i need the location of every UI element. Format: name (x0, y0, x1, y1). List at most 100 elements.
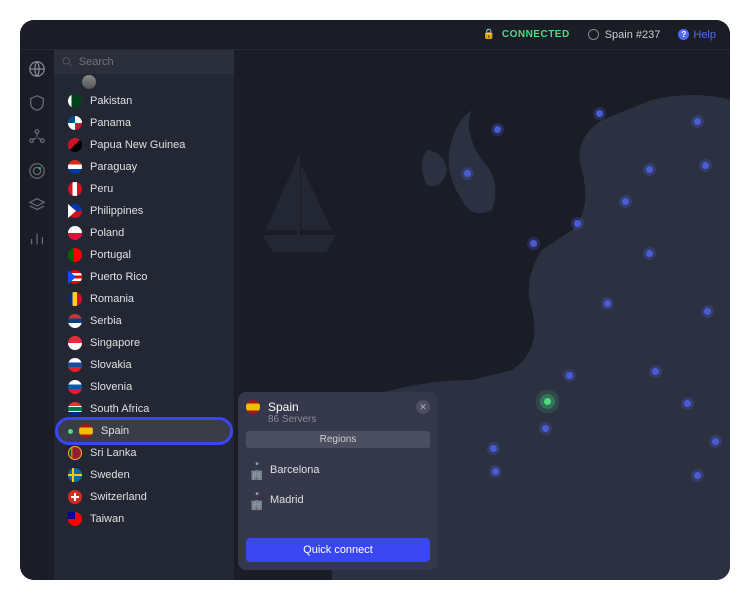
country-item-slovakia[interactable]: Slovakia (54, 354, 234, 376)
map-node-active[interactable] (544, 398, 551, 405)
help-link[interactable]: ? Help (678, 29, 716, 41)
app-window: 🔒 CONNECTED Spain #237 ? Help (20, 20, 730, 580)
country-item-spain[interactable]: Spain (58, 420, 230, 442)
country-list-panel: Pakistan Panama Papua New GuineaParaguay Pe… (54, 50, 234, 580)
globe-icon (588, 29, 599, 40)
map-node[interactable] (694, 472, 701, 479)
flag-icon (82, 75, 96, 89)
country-item-romania[interactable]: Romania (54, 288, 234, 310)
country-item-papua-new-guinea[interactable]: Papua New Guinea (54, 134, 234, 156)
flag-icon (68, 446, 82, 460)
country-item-pakistan[interactable]: Pakistan (54, 90, 234, 112)
country-item-puerto-rico[interactable]: Puerto Rico (54, 266, 234, 288)
country-name-label: Romania (90, 293, 134, 305)
map-node[interactable] (494, 126, 501, 133)
map-node[interactable] (566, 372, 573, 379)
map-node[interactable] (596, 110, 603, 117)
flag-icon (68, 248, 82, 262)
header-bar: 🔒 CONNECTED Spain #237 ? Help (20, 20, 730, 50)
country-name-label: Serbia (90, 315, 122, 327)
city-label: Madrid (270, 494, 304, 506)
nav-globe-icon[interactable] (28, 60, 46, 78)
flag-icon (68, 314, 82, 328)
search-row (54, 50, 234, 74)
flag-icon (68, 490, 82, 504)
map-node[interactable] (604, 300, 611, 307)
country-name-label: Sri Lanka (90, 447, 136, 459)
flag-icon (68, 94, 82, 108)
country-item-sweden[interactable]: Sweden (54, 464, 234, 486)
country-name-label: Slovenia (90, 381, 132, 393)
current-server[interactable]: Spain #237 (588, 29, 661, 41)
map-node[interactable] (712, 438, 719, 445)
country-item-taiwan[interactable]: Taiwan (54, 508, 234, 530)
map-node[interactable] (574, 220, 581, 227)
connection-status: 🔒 CONNECTED (483, 29, 570, 40)
nav-radar-icon[interactable] (28, 162, 46, 180)
nav-shield-icon[interactable] (28, 94, 46, 112)
flag-icon (68, 358, 82, 372)
map-node[interactable] (542, 425, 549, 432)
nav-layers-icon[interactable] (28, 196, 46, 214)
flag-icon (68, 380, 82, 394)
country-item-switzerland[interactable]: Switzerland (54, 486, 234, 508)
country-popup: Spain 86 Servers ✕ Regions •🏢Barcelona•🏢… (238, 392, 438, 570)
search-input[interactable] (79, 56, 226, 68)
lock-icon: 🔒 (483, 29, 496, 40)
map-node[interactable] (702, 162, 709, 169)
country-name-label: South Africa (90, 403, 149, 415)
country-item-sri-lanka[interactable]: Sri Lanka (54, 442, 234, 464)
flag-icon (68, 270, 82, 284)
map-node[interactable] (490, 445, 497, 452)
flag-icon (68, 116, 82, 130)
country-name-label: Taiwan (90, 513, 124, 525)
country-item-singapore[interactable]: Singapore (54, 332, 234, 354)
country-item-portugal[interactable]: Portugal (54, 244, 234, 266)
map-node[interactable] (652, 368, 659, 375)
regions-button[interactable]: Regions (246, 431, 430, 448)
map-node[interactable] (684, 400, 691, 407)
city-list: •🏢Barcelona•🏢Madrid (246, 454, 430, 532)
help-text: Help (693, 29, 716, 41)
country-item-poland[interactable]: Poland (54, 222, 234, 244)
flag-icon (68, 138, 82, 152)
country-item-paraguay[interactable]: Paraguay (54, 156, 234, 178)
search-icon (62, 56, 73, 68)
country-name-label: Puerto Rico (90, 271, 147, 283)
city-item-barcelona[interactable]: •🏢Barcelona (246, 456, 430, 484)
map-node[interactable] (464, 170, 471, 177)
flag-icon (68, 402, 82, 416)
popup-close-button[interactable]: ✕ (416, 400, 430, 414)
nav-rail (20, 50, 54, 580)
city-icon: •🏢 (250, 489, 264, 511)
map-node[interactable] (646, 166, 653, 173)
flag-icon (68, 182, 82, 196)
city-icon: •🏢 (250, 459, 264, 481)
quick-connect-button[interactable]: Quick connect (246, 538, 430, 562)
country-item-panama[interactable]: Panama (54, 112, 234, 134)
server-label: Spain #237 (605, 29, 661, 41)
city-item-madrid[interactable]: •🏢 Madrid (246, 486, 430, 514)
country-item-peru[interactable]: Peru (54, 178, 234, 200)
country-item-slovenia[interactable]: Slovenia (54, 376, 234, 398)
country-name-label: Panama (90, 117, 131, 129)
country-item-serbia[interactable]: Serbia (54, 310, 234, 332)
country-list[interactable]: Pakistan Panama Papua New GuineaParaguay Pe… (54, 74, 234, 580)
popup-server-count: 86 Servers (268, 414, 316, 425)
flag-icon (68, 336, 82, 350)
map-node[interactable] (646, 250, 653, 257)
map-node[interactable] (492, 468, 499, 475)
map-node[interactable] (694, 118, 701, 125)
country-item-south-africa[interactable]: South Africa (54, 398, 234, 420)
map-node[interactable] (704, 308, 711, 315)
country-item-philippines[interactable]: Philippines (54, 200, 234, 222)
nav-stats-icon[interactable] (28, 230, 46, 248)
country-name-label: Peru (90, 183, 113, 195)
help-icon: ? (678, 29, 689, 40)
map-node[interactable] (530, 240, 537, 247)
map-node[interactable] (622, 198, 629, 205)
list-item[interactable] (54, 74, 234, 90)
nav-mesh-icon[interactable] (28, 128, 46, 146)
country-name-label: Pakistan (90, 95, 132, 107)
flag-icon (68, 226, 82, 240)
